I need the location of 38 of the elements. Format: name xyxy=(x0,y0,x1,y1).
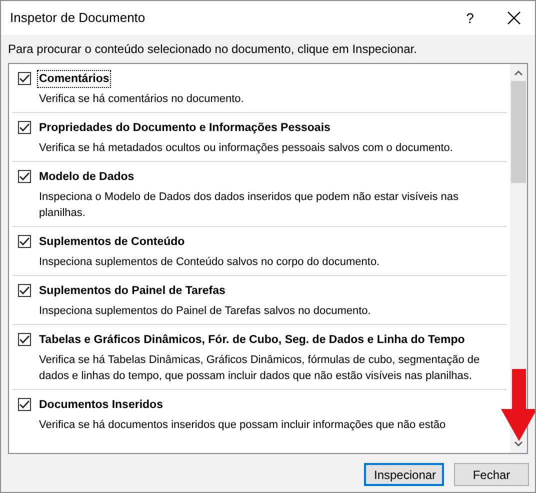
window-title: Inspetor de Documento xyxy=(10,9,146,28)
dialog-button[interactable]: Fechar xyxy=(454,463,529,486)
dialog-button[interactable]: Inspecionar xyxy=(364,463,444,486)
item-description: Inspeciona o Modelo de Dados dos dados inseridos que podem não estar visíveis nas planilhas. xyxy=(38,190,460,221)
checkbox[interactable] xyxy=(18,235,31,248)
item-title[interactable]: Documentos Inseridos xyxy=(37,396,165,414)
item-title[interactable]: Comentários xyxy=(37,70,112,88)
instruction-text: Para procurar o conteúdo selecionado no documento, clique em Inspecionar. xyxy=(8,41,418,58)
item-description: Inspeciona suplementos do Painel de Tarefas salvos no documento. xyxy=(38,304,372,319)
down-arrow-icon xyxy=(501,369,535,441)
checkmark-icon xyxy=(19,237,30,246)
checkmark-icon xyxy=(19,286,30,295)
checkmark-icon xyxy=(19,74,30,83)
item-description: Verifica se há comentários no documento. xyxy=(38,92,245,107)
checkbox[interactable] xyxy=(18,72,31,85)
checkmark-icon xyxy=(19,335,30,344)
checkmark-icon xyxy=(19,172,30,181)
scrollbar-thumb[interactable] xyxy=(511,81,526,183)
close-icon xyxy=(507,11,521,25)
item-description: Verifica se há documentos inseridos que possam incluir informações que não estão xyxy=(38,418,447,433)
item-title[interactable]: Suplementos do Painel de Tarefas xyxy=(37,282,228,300)
item-title[interactable]: Suplementos de Conteúdo xyxy=(37,233,187,251)
checkbox[interactable] xyxy=(18,398,31,411)
item-title[interactable]: Modelo de Dados xyxy=(37,168,136,186)
item-title[interactable]: Tabelas e Gráficos Dinâmicos, Fór. de Cubo, Seg. de Dados e Linha do Tempo xyxy=(37,331,467,349)
item-description: Verifica se há Tabelas Dinâmicas, Gráficos Dinâmicos, fórmulas de cubo, segmentação de dados e linhas do tempo, que possam incluir dados que não estão visíveis nas planilhas. xyxy=(38,353,481,384)
checkmark-icon xyxy=(19,123,30,132)
item-description: Inspeciona suplementos de Conteúdo salvos no corpo do documento. xyxy=(38,255,381,270)
item-description: Verifica se há metadados ocultos ou informações pessoais salvos com o documento. xyxy=(38,141,454,156)
help-button[interactable]: ? xyxy=(455,3,485,33)
checkbox[interactable] xyxy=(18,333,31,346)
checkbox[interactable] xyxy=(18,121,31,134)
checkbox[interactable] xyxy=(18,170,31,183)
checkmark-icon xyxy=(19,400,30,409)
scroll-down-icon[interactable] xyxy=(514,441,523,447)
scroll-up-icon[interactable] xyxy=(514,70,523,76)
checkbox[interactable] xyxy=(18,284,31,297)
item-title[interactable]: Propriedades do Documento e Informações Pessoais xyxy=(37,119,332,137)
